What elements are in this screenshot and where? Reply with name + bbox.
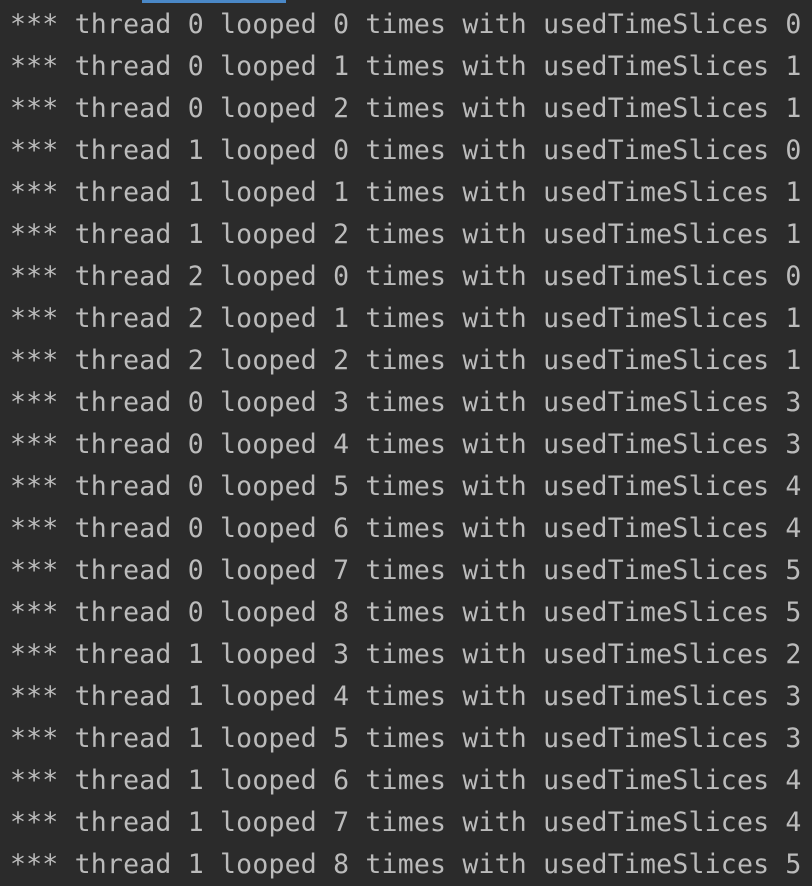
console-line: *** thread 0 looped 6 times with usedTim… — [10, 513, 802, 544]
console-line: *** thread 0 looped 3 times with usedTim… — [10, 387, 802, 418]
console-line: *** thread 1 looped 2 times with usedTim… — [10, 219, 802, 250]
console-line: *** thread 0 looped 1 times with usedTim… — [10, 51, 802, 82]
console-line: *** thread 2 looped 0 times with usedTim… — [10, 261, 802, 292]
console-line: *** thread 1 looped 4 times with usedTim… — [10, 681, 802, 712]
console-line: *** thread 0 looped 5 times with usedTim… — [10, 471, 802, 502]
console-line: *** thread 0 looped 8 times with usedTim… — [10, 597, 802, 628]
active-tab-indicator — [142, 0, 286, 3]
console-line: *** thread 0 looped 2 times with usedTim… — [10, 93, 802, 124]
console-line: *** thread 1 looped 1 times with usedTim… — [10, 177, 802, 208]
console-line: *** thread 1 looped 0 times with usedTim… — [10, 135, 802, 166]
console-line: *** thread 2 looped 1 times with usedTim… — [10, 303, 802, 334]
console-line: *** thread 0 looped 0 times with usedTim… — [10, 9, 802, 40]
console-line: *** thread 1 looped 7 times with usedTim… — [10, 807, 802, 838]
console-output[interactable]: *** thread 0 looped 0 times with usedTim… — [10, 4, 812, 886]
console-line: *** thread 0 looped 4 times with usedTim… — [10, 429, 802, 460]
console-line: *** thread 2 looped 2 times with usedTim… — [10, 345, 802, 376]
console-line: *** thread 1 looped 8 times with usedTim… — [10, 849, 802, 880]
console-line: *** thread 0 looped 7 times with usedTim… — [10, 555, 802, 586]
console-line: *** thread 1 looped 6 times with usedTim… — [10, 765, 802, 796]
console-line: *** thread 1 looped 3 times with usedTim… — [10, 639, 802, 670]
console-line: *** thread 1 looped 5 times with usedTim… — [10, 723, 802, 754]
